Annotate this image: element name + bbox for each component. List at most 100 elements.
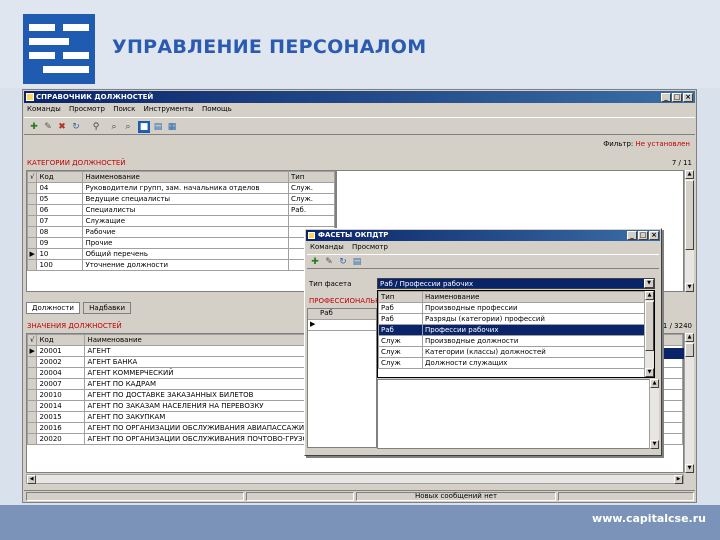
tab-strip: Должности Надбавки <box>26 302 132 314</box>
scroll-down-icon[interactable]: ▼ <box>650 440 659 449</box>
slide-title: УПРАВЛЕНИЕ ПЕРСОНАЛОМ <box>112 36 427 58</box>
facet-type-label: Тип фасета <box>309 280 352 288</box>
filter-icon[interactable]: ⚲ <box>90 121 102 133</box>
list-item[interactable]: Служ Категории (классы) должностей <box>378 346 646 358</box>
column-header-code[interactable]: Код <box>36 171 84 183</box>
positions-count: 1 / 3240 <box>662 322 692 330</box>
minimize-icon[interactable]: _ <box>661 93 671 102</box>
app-icon <box>26 93 34 101</box>
delete-record-icon[interactable]: ✖ <box>56 121 68 133</box>
window-title: СПРАВОЧНИК ДОЛЖНОСТЕЙ <box>36 93 154 101</box>
column-header-type[interactable]: Раб <box>308 309 376 320</box>
table-row[interactable]: 100 Уточнение должности <box>26 259 335 271</box>
scroll-thumb[interactable] <box>685 180 694 250</box>
table-row[interactable]: 04 Руководители групп, зам. начальника от… <box>26 182 335 194</box>
facets-icon[interactable]: ■ <box>138 121 150 133</box>
current-row-marker-icon: ▶ <box>26 248 38 260</box>
categories-grid: √ Код Наименование Тип 04 Руководители гр… <box>26 170 336 292</box>
facets-grid-blank <box>377 379 657 449</box>
scroll-down-icon[interactable]: ▼ <box>685 283 694 292</box>
categories-label: КАТЕГОРИИ ДОЛЖНОСТЕЙ <box>27 159 126 167</box>
table-row[interactable]: 09 Прочие <box>26 237 335 249</box>
tab-allowances[interactable]: Надбавки <box>83 302 132 314</box>
status-message: Новых сообщений нет <box>356 492 556 501</box>
export-icon[interactable]: ▦ <box>166 121 178 133</box>
menu-commands[interactable]: Команды <box>24 104 64 115</box>
edit-record-icon[interactable]: ✎ <box>323 256 335 268</box>
tab-positions[interactable]: Должности <box>26 302 80 314</box>
dropdown-scrollbar[interactable]: ▲ ▼ <box>644 291 654 377</box>
scroll-up-icon[interactable]: ▲ <box>645 291 654 300</box>
print-icon[interactable]: ▤ <box>152 121 164 133</box>
site-url: www.capitalcse.ru <box>592 512 706 525</box>
find-icon[interactable]: ⌕ <box>108 121 120 133</box>
dialog-titlebar: ФАСЕТЫ ОКПДТР _ □ × <box>306 230 660 241</box>
table-row[interactable]: 08 Рабочие <box>26 226 335 238</box>
dialog-menu-commands[interactable]: Команды <box>307 242 347 252</box>
print-icon[interactable]: ▤ <box>351 256 363 268</box>
scroll-down-icon[interactable]: ▼ <box>645 368 654 377</box>
scroll-up-icon[interactable]: ▲ <box>685 333 694 342</box>
table-row[interactable]: 07 Служащие <box>26 215 335 227</box>
menu-search[interactable]: Поиск <box>110 104 138 115</box>
add-record-icon[interactable]: ✚ <box>309 256 321 268</box>
table-row[interactable]: 05 Ведущие специалисты Служ. <box>26 193 335 205</box>
list-item: Тип Наименование <box>378 291 646 303</box>
dialog-scrollbar[interactable]: ▲ ▼ <box>649 379 659 449</box>
column-header-type[interactable]: Тип <box>288 171 335 183</box>
facet-type-dropdown[interactable]: Тип Наименование Раб Производные профессии… <box>377 290 655 378</box>
list-item[interactable]: Служ Должности служащих <box>378 357 646 369</box>
list-item[interactable]: Раб Разряды (категории) профессий <box>378 313 646 325</box>
scroll-down-icon[interactable]: ▼ <box>685 464 694 473</box>
table-row[interactable]: ▶ 10 Общий перечень <box>26 248 335 260</box>
list-item[interactable]: Раб Производные профессии <box>378 302 646 314</box>
positions-label: ЗНАЧЕНИЯ ДОЛЖНОСТЕЙ <box>27 322 122 330</box>
maximize-icon[interactable]: □ <box>672 93 682 102</box>
menu-tools[interactable]: Инструменты <box>141 104 197 115</box>
column-header-name[interactable]: Наименование <box>82 171 289 183</box>
chevron-down-icon[interactable]: ▼ <box>644 279 654 288</box>
scroll-thumb[interactable] <box>685 343 694 357</box>
close-icon[interactable]: × <box>683 93 693 102</box>
find-next-icon[interactable]: ⌕ <box>122 121 134 133</box>
maximize-icon[interactable]: □ <box>638 231 648 240</box>
menu-bar: Команды Просмотр Поиск Инструменты Помощ… <box>24 104 695 115</box>
dialog-menu-bar: Команды Просмотр <box>307 242 391 252</box>
current-row-marker-icon: ▶ <box>26 345 38 357</box>
categories-scrollbar[interactable]: ▲ ▼ <box>684 170 694 292</box>
scroll-thumb[interactable] <box>645 301 654 351</box>
edit-record-icon[interactable]: ✎ <box>42 121 54 133</box>
list-item[interactable]: Служ Производные должности <box>378 335 646 347</box>
menu-view[interactable]: Просмотр <box>66 104 108 115</box>
horizontal-scrollbar[interactable]: ◀ ▶ <box>26 474 684 484</box>
dialog-menu-view[interactable]: Просмотр <box>349 242 391 252</box>
filter-status: Фильтр: Не установлен <box>603 140 690 148</box>
current-row-marker-icon: ▶ <box>308 320 376 331</box>
company-logo <box>23 14 95 84</box>
facets-dialog: ФАСЕТЫ ОКПДТР _ □ × Команды Просмотр ✚ ✎… <box>304 228 662 456</box>
list-item-selected[interactable]: Раб Профессии рабочих <box>378 324 646 336</box>
column-header-code[interactable]: Код <box>36 334 86 346</box>
minimize-icon[interactable]: _ <box>627 231 637 240</box>
refresh-icon[interactable]: ↻ <box>70 121 82 133</box>
scroll-right-icon[interactable]: ▶ <box>674 475 683 484</box>
categories-count: 7 / 11 <box>671 159 692 167</box>
dialog-title: ФАСЕТЫ ОКПДТР <box>318 231 389 239</box>
window-titlebar: СПРАВОЧНИК ДОЛЖНОСТЕЙ _ □ × <box>24 91 695 103</box>
close-icon[interactable]: × <box>649 231 659 240</box>
positions-scrollbar[interactable]: ▲ ▼ <box>684 333 694 473</box>
scroll-up-icon[interactable]: ▲ <box>685 170 694 179</box>
add-record-icon[interactable]: ✚ <box>28 121 40 133</box>
refresh-icon[interactable]: ↻ <box>337 256 349 268</box>
dialog-icon <box>308 232 315 239</box>
scroll-left-icon[interactable]: ◀ <box>27 475 36 484</box>
menu-help[interactable]: Помощь <box>199 104 235 115</box>
facets-grid: Раб ▶ <box>307 308 377 448</box>
filter-value: Не установлен <box>635 140 691 148</box>
table-row[interactable]: 06 Специалисты Раб. <box>26 204 335 216</box>
facet-type-select[interactable]: Раб / Профессии рабочих ▼ <box>377 278 655 289</box>
dialog-toolbar: ✚ ✎ ↻ ▤ <box>307 254 659 269</box>
main-toolbar: ✚ ✎ ✖ ↻ ⚲ ⌕ ⌕ ■ ▤ ▦ <box>24 117 695 135</box>
status-bar: Новых сообщений нет <box>24 490 695 501</box>
scroll-up-icon[interactable]: ▲ <box>650 379 659 388</box>
